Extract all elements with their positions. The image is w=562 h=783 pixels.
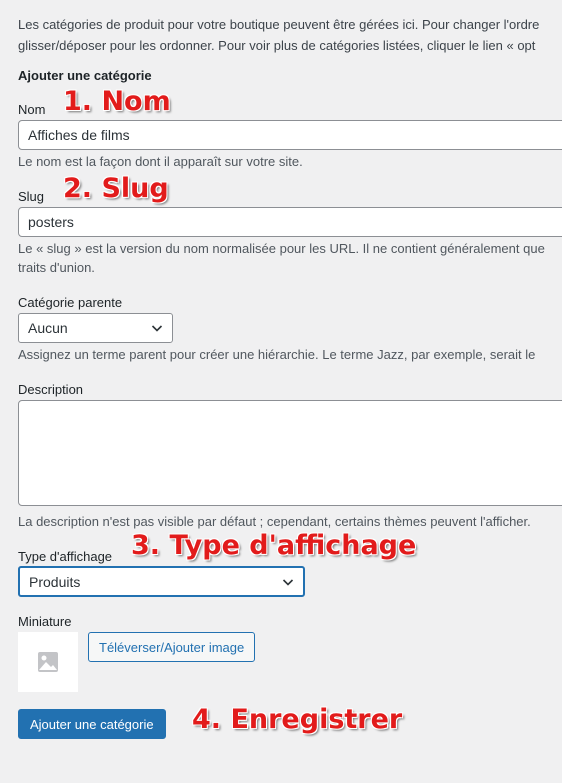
name-label: Nom: [18, 102, 46, 117]
annotation-name: 1. Nom: [63, 86, 171, 117]
annotation-slug: 2. Slug: [63, 173, 169, 204]
chevron-down-icon: [282, 579, 294, 586]
name-input[interactable]: [18, 120, 562, 150]
description-label: Description: [18, 382, 84, 397]
description-help: La description n'est pas visible par déf…: [18, 514, 531, 529]
thumbnail-label: Miniature: [18, 614, 72, 629]
name-help: Le nom est la façon dont il apparaît sur…: [18, 154, 303, 169]
description-textarea[interactable]: [18, 400, 562, 506]
display-type-select[interactable]: Produits: [18, 566, 305, 597]
slug-help-line-2: traits d'union.: [18, 260, 95, 275]
intro-line-1: Les catégories de produit pour votre bou…: [18, 17, 540, 32]
parent-select[interactable]: Aucun: [18, 313, 173, 343]
display-type-select-value: Produits: [29, 573, 81, 590]
parent-label: Catégorie parente: [18, 295, 123, 310]
parent-select-value: Aucun: [28, 320, 68, 336]
intro-text: Les catégories de produit pour votre bou…: [18, 14, 562, 56]
intro-line-2: glisser/déposer pour les ordonner. Pour …: [18, 38, 536, 53]
image-placeholder-icon: [38, 652, 58, 672]
thumbnail-placeholder: [18, 632, 78, 692]
display-type-label: Type d'affichage: [18, 549, 113, 564]
form-title: Ajouter une catégorie: [18, 68, 152, 83]
slug-help-line-1: Le « slug » est la version du nom normal…: [18, 241, 545, 256]
parent-help: Assignez un terme parent pour créer une …: [18, 347, 536, 362]
slug-input[interactable]: [18, 207, 562, 237]
annotation-display-type: 3. Type d'affichage: [131, 530, 417, 561]
upload-image-button[interactable]: Téléverser/Ajouter image: [88, 632, 256, 662]
add-category-button[interactable]: Ajouter une catégorie: [18, 709, 166, 739]
chevron-down-icon: [151, 325, 163, 332]
slug-label: Slug: [18, 189, 45, 204]
annotation-save: 4. Enregistrer: [192, 704, 403, 735]
